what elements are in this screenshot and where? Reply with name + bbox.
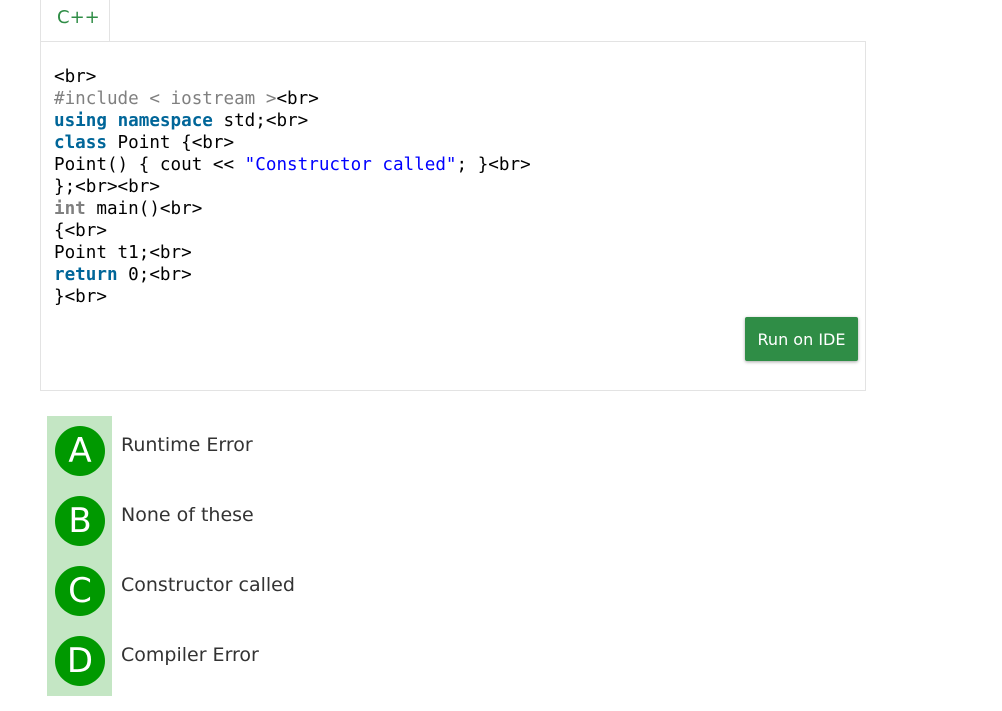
option-letter-b: B (55, 496, 105, 546)
code-token: "Constructor called" (244, 155, 457, 175)
code-line: #include < iostream ><br> (54, 88, 531, 110)
code-line: {<br> (54, 220, 531, 242)
option-text-b: None of these (121, 504, 254, 526)
code-token: }<br> (54, 287, 107, 307)
code-token: #include (54, 89, 139, 109)
quiz-page: C++ <br> #include < iostream ><br> using n… (0, 0, 1002, 711)
code-token: using (54, 111, 107, 131)
code-line: }<br> (54, 286, 531, 308)
run-on-ide-button[interactable]: Run on IDE (745, 317, 858, 361)
code-token: class (54, 133, 107, 153)
option-b[interactable]: B None of these (47, 486, 447, 556)
code-line: };<br><br> (54, 176, 531, 198)
code-token: Point {<br> (106, 133, 235, 153)
code-line: <br> (54, 66, 531, 88)
code-token: Point t1;<br> (54, 243, 192, 263)
tab-divider (110, 41, 866, 42)
code-line: int main()<br> (54, 198, 531, 220)
code-line: class Point {<br> (54, 132, 531, 154)
tab-cpp[interactable]: C++ (40, 0, 110, 41)
option-a[interactable]: A Runtime Error (47, 416, 447, 486)
code-token: Point() { cout << (54, 155, 245, 175)
code-token: namespace (117, 111, 213, 131)
option-d[interactable]: D Compiler Error (47, 626, 447, 696)
code-token: ; }<br> (456, 155, 531, 175)
code-line: return 0;<br> (54, 264, 531, 286)
option-letter-a: A (55, 426, 105, 476)
option-c[interactable]: C Constructor called (47, 556, 447, 626)
code-line: using namespace std;<br> (54, 110, 531, 132)
code-line: Point() { cout << "Constructor called"; … (54, 154, 531, 176)
code-token: };<br><br> (54, 177, 160, 197)
option-text-c: Constructor called (121, 574, 295, 596)
code-token: <br> (276, 89, 319, 109)
code-token: < iostream > (138, 89, 277, 109)
code-token: 0;<br> (117, 265, 192, 285)
option-text-a: Runtime Error (121, 434, 253, 456)
code-token: int (54, 199, 86, 219)
option-text-d: Compiler Error (121, 644, 259, 666)
code-line: Point t1;<br> (54, 242, 531, 264)
option-letter-c: C (55, 566, 105, 616)
code-token: <br> (54, 67, 97, 87)
code-token: return (54, 265, 118, 285)
code-token: {<br> (54, 221, 107, 241)
tab-cpp-label: C++ (57, 7, 100, 28)
option-letter-d: D (55, 636, 105, 686)
code-token: main()<br> (85, 199, 203, 219)
code-token: std;<br> (212, 111, 309, 131)
code-block: <br> #include < iostream ><br> using names… (54, 66, 531, 308)
